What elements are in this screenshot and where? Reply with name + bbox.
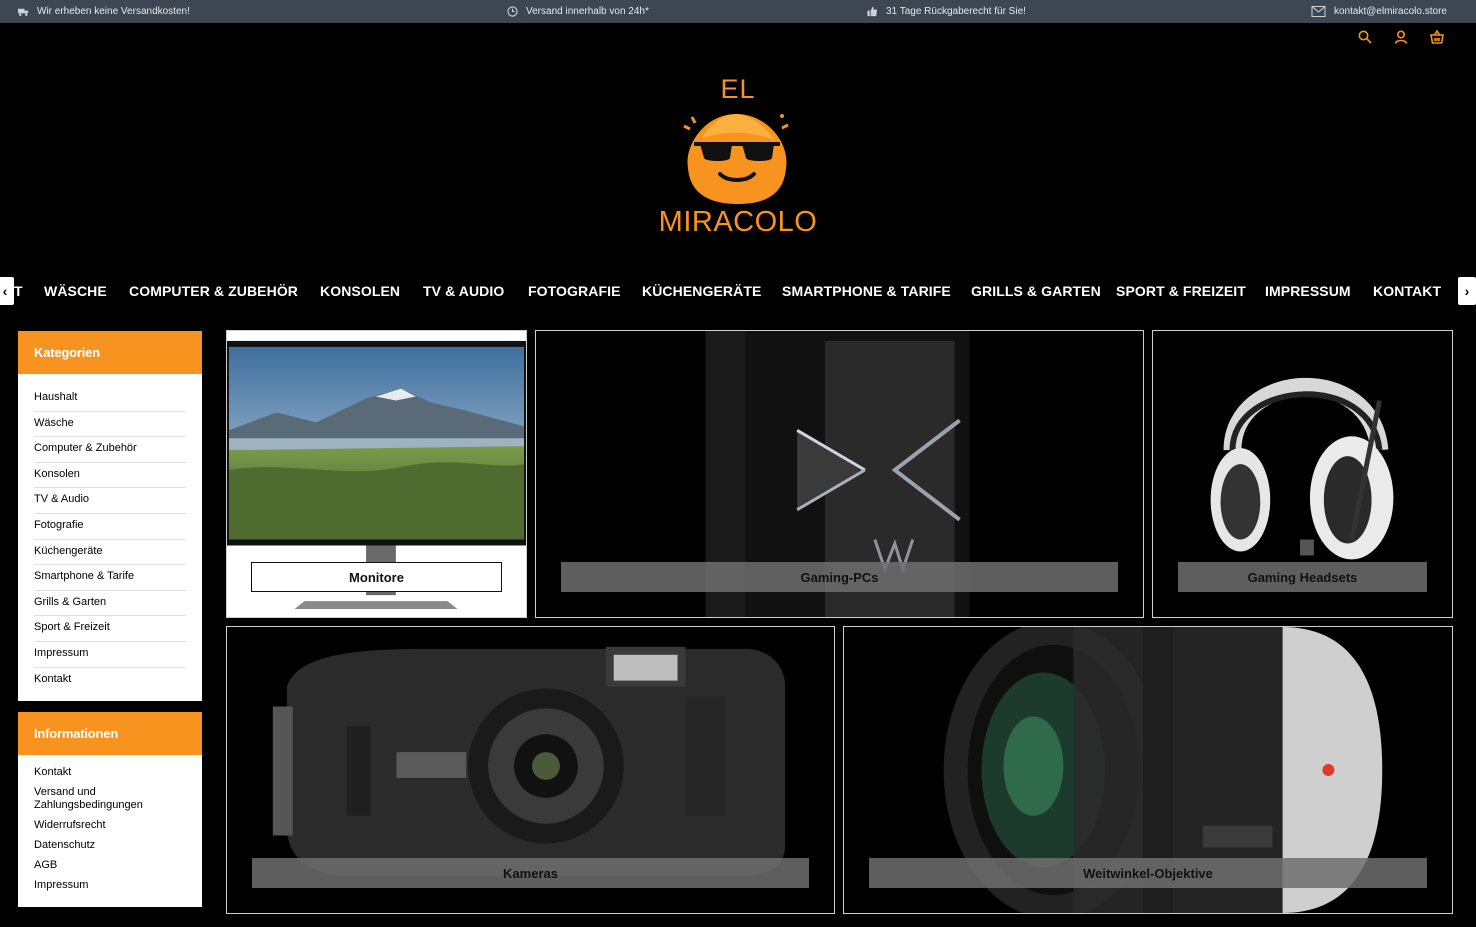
thumbs-up-icon bbox=[867, 6, 878, 17]
search-icon[interactable] bbox=[1358, 30, 1372, 44]
categories-title: Kategorien bbox=[18, 331, 202, 374]
info-link[interactable]: Kontakt bbox=[34, 766, 186, 779]
info-link[interactable]: Datenschutz bbox=[34, 839, 186, 852]
nav-item-fotografie[interactable]: FOTOGRAFIE bbox=[528, 283, 621, 299]
nav-next-button[interactable]: › bbox=[1458, 277, 1476, 305]
free-shipping-notice: Wir erheben keine Versandkosten! bbox=[18, 0, 190, 23]
info-link[interactable]: Widerrufsrecht bbox=[34, 819, 186, 832]
tile-label-gaming-pcs[interactable]: Gaming-PCs bbox=[561, 562, 1118, 592]
information-box: Informationen Kontakt Versand und Zahlun… bbox=[18, 712, 202, 907]
category-link[interactable]: Kontakt bbox=[34, 668, 186, 694]
logo-text-el: EL bbox=[720, 74, 756, 104]
nav-item-sport[interactable]: SPORT & FREIZEIT bbox=[1116, 283, 1246, 299]
nav-item-computer[interactable]: COMPUTER & ZUBEHÖR bbox=[129, 283, 298, 299]
tile-label-weitwinkel-objektive[interactable]: Weitwinkel-Objektive bbox=[869, 858, 1427, 888]
tile-label-kameras[interactable]: Kameras bbox=[252, 858, 809, 888]
nav-item-kontakt[interactable]: KONTAKT bbox=[1373, 283, 1441, 299]
tile-kameras[interactable]: Kameras bbox=[226, 626, 835, 914]
category-link[interactable]: Smartphone & Tarife bbox=[34, 565, 186, 591]
category-link[interactable]: Konsolen bbox=[34, 463, 186, 489]
email-link[interactable]: kontakt@elmiracolo.store bbox=[1334, 6, 1447, 17]
category-link[interactable]: Impressum bbox=[34, 642, 186, 668]
top-info-bar: Wir erheben keine Versandkosten! Versand… bbox=[0, 0, 1476, 23]
delivery-text: Versand innerhalb von 24h* bbox=[526, 6, 649, 17]
cart-icon[interactable] bbox=[1430, 30, 1444, 44]
truck-icon bbox=[18, 8, 29, 16]
returns-notice: 31 Tage Rückgaberecht für Sie! bbox=[867, 0, 1026, 23]
nav-prev-button[interactable]: ‹ bbox=[0, 277, 14, 305]
nav-item-kuechengeraete[interactable]: KÜCHENGERÄTE bbox=[642, 283, 761, 299]
nav-item-smartphone[interactable]: SMARTPHONE & TARIFE bbox=[782, 283, 951, 299]
email-notice[interactable]: kontakt@elmiracolo.store bbox=[1311, 0, 1447, 23]
tile-label-gaming-headsets[interactable]: Gaming Headsets bbox=[1178, 562, 1427, 592]
logo-mascot-icon bbox=[683, 114, 789, 204]
logo-text-miracolo: MIRACOLO bbox=[658, 206, 818, 238]
category-link[interactable]: Computer & Zubehör bbox=[34, 437, 186, 463]
nav-item-grills[interactable]: GRILLS & GARTEN bbox=[971, 283, 1101, 299]
category-link[interactable]: Wäsche bbox=[34, 412, 186, 438]
category-link[interactable]: Haushalt bbox=[34, 386, 186, 412]
user-icon[interactable] bbox=[1394, 30, 1408, 44]
info-link[interactable]: Versand und Zahlungsbedingungen bbox=[34, 786, 186, 812]
nav-item-partial[interactable]: T bbox=[14, 283, 23, 299]
categories-box: Kategorien Haushalt Wäsche Computer & Zu… bbox=[18, 331, 202, 702]
info-link[interactable]: Impressum bbox=[34, 879, 186, 892]
nav-item-tv-audio[interactable]: TV & AUDIO bbox=[423, 283, 504, 299]
tile-label-monitore[interactable]: Monitore bbox=[251, 562, 502, 592]
free-shipping-text: Wir erheben keine Versandkosten! bbox=[37, 6, 190, 17]
nav-item-konsolen[interactable]: KONSOLEN bbox=[320, 283, 400, 299]
category-link[interactable]: TV & Audio bbox=[34, 488, 186, 514]
category-link[interactable]: Sport & Freizeit bbox=[34, 616, 186, 642]
info-link[interactable]: AGB bbox=[34, 859, 186, 872]
nav-item-impressum[interactable]: IMPRESSUM bbox=[1265, 283, 1351, 299]
main-navigation: T WÄSCHE COMPUTER & ZUBEHÖR KONSOLEN TV … bbox=[0, 276, 1476, 306]
tile-monitore[interactable]: Monitore bbox=[226, 330, 527, 618]
clock-icon bbox=[507, 6, 518, 17]
category-link[interactable]: Küchengeräte bbox=[34, 540, 186, 566]
tile-gaming-pcs[interactable]: Gaming-PCs bbox=[535, 330, 1144, 618]
returns-text: 31 Tage Rückgaberecht für Sie! bbox=[886, 6, 1026, 17]
category-link[interactable]: Grills & Garten bbox=[34, 591, 186, 617]
envelope-icon bbox=[1311, 6, 1326, 17]
nav-item-waesche[interactable]: WÄSCHE bbox=[44, 283, 107, 299]
categories-list: Haushalt Wäsche Computer & Zubehör Konso… bbox=[18, 374, 202, 701]
header-actions bbox=[1358, 30, 1444, 44]
category-link[interactable]: Fotografie bbox=[34, 514, 186, 540]
information-title: Informationen bbox=[18, 712, 202, 755]
tile-weitwinkel-objektive[interactable]: Weitwinkel-Objektive bbox=[843, 626, 1453, 914]
site-logo[interactable]: EL MIRACOLO bbox=[640, 72, 836, 244]
information-list: Kontakt Versand und Zahlungsbedingungen … bbox=[18, 755, 202, 907]
delivery-notice: Versand innerhalb von 24h* bbox=[507, 0, 649, 23]
nav-items: T WÄSCHE COMPUTER & ZUBEHÖR KONSOLEN TV … bbox=[0, 276, 1456, 306]
tile-gaming-headsets[interactable]: Gaming Headsets bbox=[1152, 330, 1453, 618]
